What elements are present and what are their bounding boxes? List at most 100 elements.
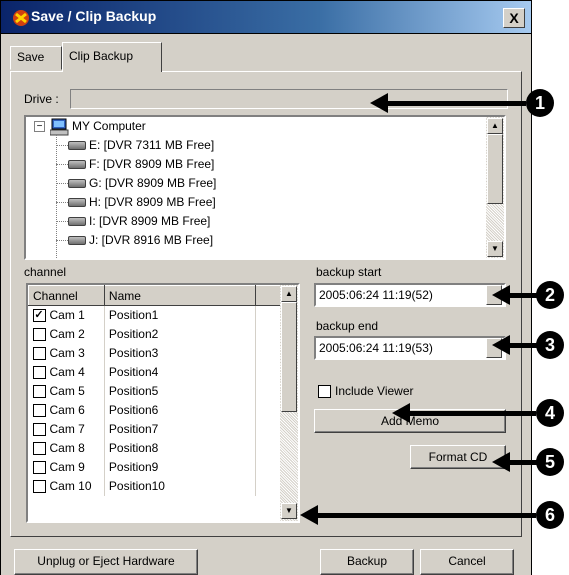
cancel-button[interactable]: Cancel xyxy=(420,549,514,575)
drive-tree[interactable]: − MY Computer E: [DVR 7311 MB Free] F: [… xyxy=(24,115,506,260)
channel-name: Position10 xyxy=(104,476,257,496)
hard-drive-icon xyxy=(68,198,86,208)
channel-scrollbar[interactable]: ▲ ▼ xyxy=(280,285,298,521)
channel-name: Position1 xyxy=(104,305,257,325)
callout-line xyxy=(316,513,536,518)
drive-item[interactable]: E: [DVR 7311 MB Free] xyxy=(56,136,456,155)
column-header-blank xyxy=(255,285,282,306)
backup-end-field[interactable]: 2005:06:24 11:19(53) xyxy=(314,336,506,360)
drive-field xyxy=(70,89,508,109)
tab-clip-backup[interactable]: Clip Backup xyxy=(62,42,162,72)
backup-start-value: 2005:06:24 11:19(52) xyxy=(319,288,433,302)
channel-checkbox[interactable]: ✓ xyxy=(32,309,46,323)
channel-row[interactable]: Cam 2 Position2 xyxy=(28,324,282,344)
drive-item[interactable]: F: [DVR 8909 MB Free] xyxy=(56,155,456,174)
channel-row[interactable]: Cam 3 Position3 xyxy=(28,343,282,363)
drive-item[interactable]: H: [DVR 8909 MB Free] xyxy=(56,193,456,212)
callout-line xyxy=(508,293,538,298)
backup-start-field[interactable]: 2005:06:24 11:19(52) xyxy=(314,283,506,307)
channel-scroll-thumb[interactable] xyxy=(281,302,297,412)
window-title: Save / Clip Backup xyxy=(31,8,157,24)
callout-badge: 6 xyxy=(536,501,564,529)
drive-item[interactable]: I: [DVR 8909 MB Free] xyxy=(56,212,456,231)
channel-id: Cam 4 xyxy=(49,364,85,379)
include-viewer-row[interactable]: Include Viewer xyxy=(318,384,414,399)
channel-row[interactable]: Cam 7 Position7 xyxy=(28,419,282,439)
channel-id: Cam 9 xyxy=(49,459,85,474)
channel-id: Cam 7 xyxy=(49,421,85,436)
scroll-down-icon[interactable]: ▼ xyxy=(487,241,503,257)
callout-badge: 5 xyxy=(536,448,564,476)
channel-id: Cam 10 xyxy=(49,478,92,493)
channel-name: Position8 xyxy=(104,438,257,458)
tree-scroll-thumb[interactable] xyxy=(487,134,503,204)
scroll-up-icon[interactable]: ▲ xyxy=(487,118,503,134)
channel-name: Position7 xyxy=(104,419,257,439)
channel-row[interactable]: Cam 6 Position6 xyxy=(28,400,282,420)
channel-name: Position2 xyxy=(104,324,257,344)
tree-scrollbar[interactable]: ▲ ▼ xyxy=(486,117,504,258)
scroll-up-icon[interactable]: ▲ xyxy=(281,286,297,302)
drive-item-label: J: [DVR 8916 MB Free] xyxy=(89,233,214,247)
channel-row[interactable]: Cam 5 Position5 xyxy=(28,381,282,401)
channel-row[interactable]: Cam 10 Position10 xyxy=(28,476,282,496)
channel-name: Position3 xyxy=(104,343,257,363)
channel-list[interactable]: Channel Name ✓ Cam 1 Position1 Cam 2 Positi… xyxy=(26,283,300,523)
callout-line xyxy=(386,101,526,106)
column-header-name[interactable]: Name xyxy=(103,285,257,306)
channel-id: Cam 8 xyxy=(49,440,85,455)
app-icon xyxy=(13,10,29,26)
channel-name: Position4 xyxy=(104,362,257,382)
channel-row[interactable]: Cam 9 Position9 xyxy=(28,457,282,477)
channel-table: Channel Name ✓ Cam 1 Position1 Cam 2 Positi… xyxy=(28,285,282,496)
channel-row[interactable]: Cam 8 Position8 xyxy=(28,438,282,458)
hard-drive-icon xyxy=(68,141,86,151)
column-header-channel[interactable]: Channel xyxy=(28,285,105,306)
tab-save-label: Save xyxy=(17,50,45,64)
callout-badge: 2 xyxy=(536,281,564,309)
close-button[interactable]: X xyxy=(503,8,525,28)
drive-item-label: F: [DVR 8909 MB Free] xyxy=(89,157,215,171)
channel-row[interactable]: ✓ Cam 1 Position1 xyxy=(28,305,282,325)
channel-checkbox[interactable] xyxy=(32,423,46,437)
channel-row[interactable]: Cam 4 Position4 xyxy=(28,362,282,382)
drive-item-label: E: [DVR 7311 MB Free] xyxy=(89,138,215,152)
channel-id: Cam 5 xyxy=(49,383,85,398)
hard-drive-icon xyxy=(68,236,86,246)
callout-badge: 1 xyxy=(526,89,554,117)
channel-checkbox[interactable] xyxy=(32,461,46,475)
collapse-icon[interactable]: − xyxy=(34,121,45,132)
tab-save[interactable]: Save xyxy=(10,46,62,70)
channel-id: Cam 2 xyxy=(49,326,85,341)
callout-badge: 3 xyxy=(536,331,564,359)
tree-root-label[interactable]: MY Computer xyxy=(72,117,146,136)
callout-line xyxy=(408,411,536,416)
backup-start-label: backup start xyxy=(316,265,382,279)
channel-checkbox[interactable] xyxy=(32,404,46,418)
drive-item-label: H: [DVR 8909 MB Free] xyxy=(89,195,216,209)
include-viewer-checkbox[interactable] xyxy=(318,385,331,399)
callout-line xyxy=(508,343,538,348)
drive-item[interactable]: G: [DVR 8909 MB Free] xyxy=(56,174,456,193)
channel-checkbox[interactable] xyxy=(32,385,46,399)
channel-checkbox[interactable] xyxy=(32,328,46,342)
computer-icon xyxy=(50,118,69,136)
unplug-eject-button[interactable]: Unplug or Eject Hardware xyxy=(14,549,198,575)
title-bar: Save / Clip Backup X xyxy=(0,0,532,34)
channel-id: Cam 1 xyxy=(49,308,85,323)
include-viewer-label: Include Viewer xyxy=(335,384,414,398)
backup-button[interactable]: Backup xyxy=(320,549,414,575)
channel-label: channel xyxy=(24,265,67,279)
channel-checkbox[interactable] xyxy=(32,366,46,380)
backup-end-label: backup end xyxy=(316,319,379,333)
channel-id: Cam 6 xyxy=(49,402,85,417)
channel-checkbox[interactable] xyxy=(32,347,46,361)
channel-checkbox[interactable] xyxy=(32,480,46,494)
channel-checkbox[interactable] xyxy=(32,442,46,456)
drive-label: Drive : xyxy=(24,92,59,106)
drive-item[interactable]: J: [DVR 8916 MB Free] xyxy=(56,231,456,250)
channel-name: Position5 xyxy=(104,381,257,401)
callout-badge: 4 xyxy=(536,399,564,427)
hard-drive-icon xyxy=(68,217,86,227)
scroll-down-icon[interactable]: ▼ xyxy=(281,503,297,519)
